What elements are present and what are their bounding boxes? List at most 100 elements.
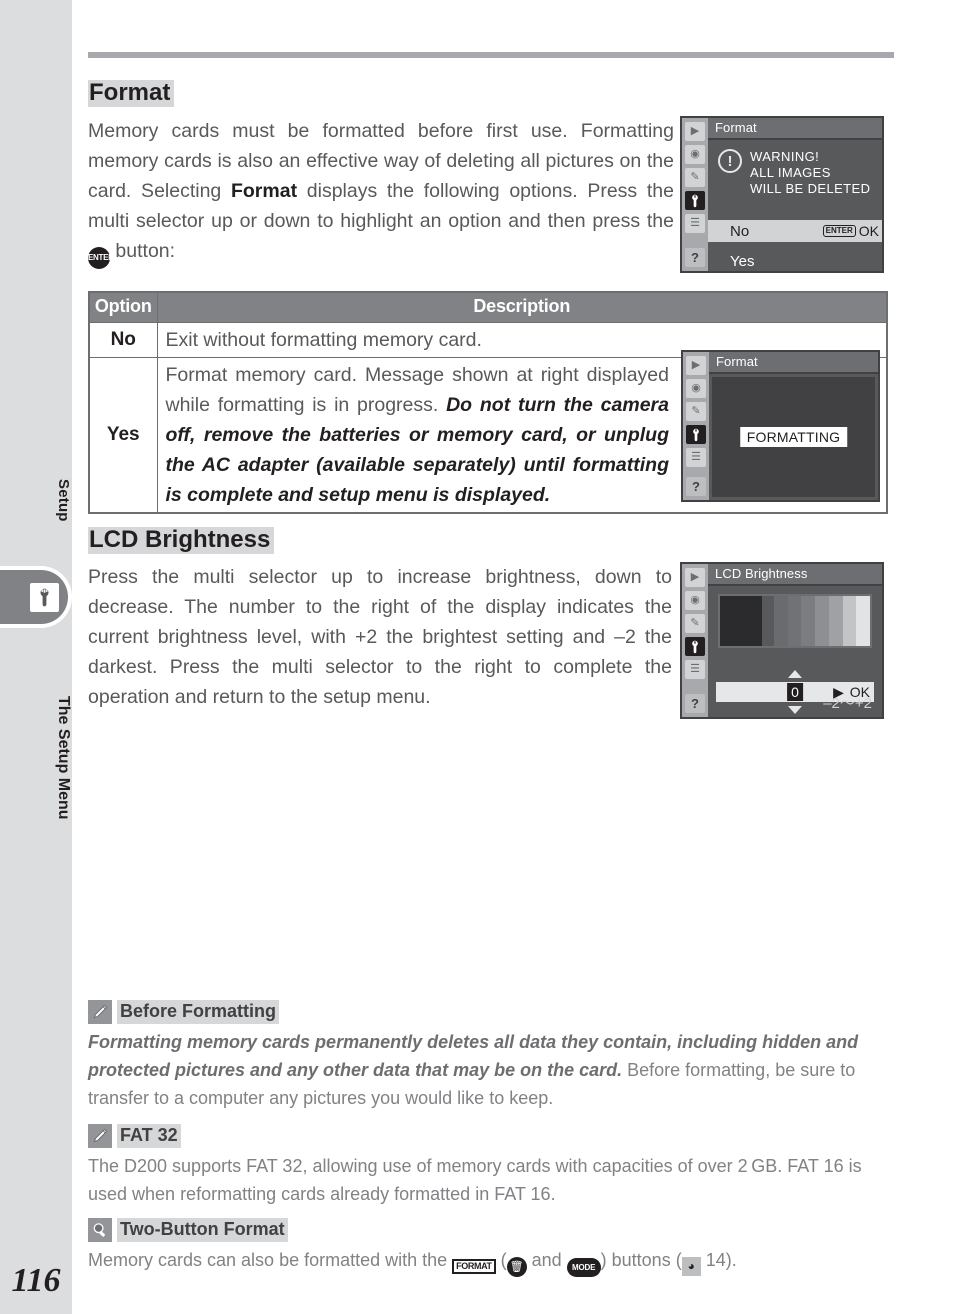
warning-line-3: WILL BE DELETED xyxy=(750,181,871,196)
page-number: 116 xyxy=(11,1262,61,1299)
option-cell-no: No xyxy=(88,322,158,358)
playback-icon: ▶ xyxy=(686,356,706,375)
camera-screen-body: Format FORMATTING xyxy=(709,352,878,500)
note-text-mid2: and xyxy=(526,1250,567,1270)
note-text-after: ). xyxy=(725,1250,737,1270)
help-icon: ? xyxy=(686,477,706,496)
column-header-option: Option xyxy=(88,291,158,323)
setup-menu-icon xyxy=(685,637,705,656)
camera-screen-body: LCD Brightness 0 ▶ OK –2～+2 xyxy=(708,564,882,717)
shooting-menu-icon: ◉ xyxy=(686,379,706,398)
gradient-steps xyxy=(774,596,871,646)
header-rule xyxy=(88,52,894,58)
recent-settings-icon: ☰ xyxy=(685,214,705,233)
page-reference-icon: ◕ xyxy=(681,1257,701,1276)
camera-screen-main: FORMATTING xyxy=(712,377,875,497)
camera-screen-main: 0 ▶ OK –2～+2 xyxy=(708,586,882,717)
warning-exclamation-icon: ! xyxy=(718,149,742,173)
pencil-icon xyxy=(88,1124,112,1148)
note-text-mid3: ) buttons ( xyxy=(600,1250,682,1270)
wrench-icon xyxy=(30,582,59,612)
gradient-step-4 xyxy=(815,596,829,646)
camera-screen-title: LCD Brightness xyxy=(708,564,882,586)
edge-label-the-setup-menu: The Setup Menu xyxy=(55,696,72,820)
note-fat-32: FAT 32 The D200 supports FAT 32, allowin… xyxy=(88,1124,894,1208)
shooting-menu-icon: ◉ xyxy=(685,145,705,164)
gradient-step-3 xyxy=(801,596,816,646)
warning-block: ! WARNING! ALL IMAGES WILL BE DELETED xyxy=(708,140,882,197)
enter-key-icon: ENTER xyxy=(822,225,856,237)
caret-up-icon xyxy=(788,670,802,678)
gradient-step-1 xyxy=(774,596,788,646)
camera-menu-rail: ▶ ◉ ✎ ☰ ? xyxy=(682,118,708,271)
gradient-step-6 xyxy=(842,596,857,646)
pencil-icon xyxy=(88,1000,112,1024)
lcd-brightness-body-text: Press the multi selector up to increase … xyxy=(88,566,672,708)
note-body: Formatting memory cards permanently dele… xyxy=(88,1028,894,1112)
camera-screen-lcd-brightness: ▶ ◉ ✎ ☰ ? LCD Brightness 0 ▶ OK –2～+2 xyxy=(680,562,884,719)
format-body-bold: Format xyxy=(230,180,298,202)
option-cell-yes: Yes xyxy=(88,357,158,514)
enter-ok-hint: ENTER OK xyxy=(822,223,879,239)
menu-option-yes[interactable]: Yes xyxy=(730,253,754,270)
edge-label-setup: Setup xyxy=(55,478,72,522)
delete-button-icon: 🗑 xyxy=(506,1257,527,1277)
enter-button-icon: ENTER xyxy=(88,247,114,269)
camera-menu-rail: ▶ ◉ ✎ ☰ ? xyxy=(683,352,709,500)
warning-line-2: ALL IMAGES xyxy=(750,165,831,180)
note-text-mid1: ( xyxy=(495,1250,507,1270)
brightness-range-label: –2～+2 xyxy=(823,695,872,712)
note-title: Before Formatting xyxy=(117,1000,280,1024)
magnifier-icon xyxy=(88,1218,112,1242)
recent-settings-icon: ☰ xyxy=(686,448,706,467)
gradient-step-7 xyxy=(856,596,871,646)
page-content: Format Memory cards must be formatted be… xyxy=(88,0,894,1314)
setup-menu-icon xyxy=(686,425,706,444)
menu-option-no-label: No xyxy=(730,222,750,240)
gradient-dark-block xyxy=(720,596,762,646)
gradient-gap xyxy=(762,596,774,646)
camera-menu-rail: ▶ ◉ ✎ ☰ ? xyxy=(682,564,708,717)
camera-screen-format-warning: ▶ ◉ ✎ ☰ ? Format ! WARNING! ALL IMAGES W… xyxy=(680,116,884,273)
menu-option-no[interactable]: No ENTER OK xyxy=(708,220,882,242)
custom-settings-icon: ✎ xyxy=(685,614,705,633)
column-header-description: Description xyxy=(156,291,888,323)
note-header: Two-Button Format xyxy=(88,1218,894,1242)
ok-label: OK xyxy=(858,223,879,239)
playback-icon: ▶ xyxy=(685,568,705,587)
format-body-part3: button: xyxy=(110,240,176,262)
custom-settings-icon: ✎ xyxy=(685,168,705,187)
custom-settings-icon: ✎ xyxy=(686,402,706,421)
camera-screen-title: Format xyxy=(709,352,878,374)
note-title: FAT 32 xyxy=(117,1124,181,1148)
camera-screen-formatting: ▶ ◉ ✎ ☰ ? Format FORMATTING xyxy=(681,350,880,502)
help-icon: ? xyxy=(685,248,705,267)
playback-icon: ▶ xyxy=(685,122,705,141)
caret-down-icon xyxy=(788,706,802,714)
format-button-icon: FORMAT xyxy=(452,1259,496,1274)
note-title: Two-Button Format xyxy=(117,1218,288,1242)
note-header: FAT 32 xyxy=(88,1124,894,1148)
note-body: Memory cards can also be formatted with … xyxy=(88,1246,894,1277)
table-header-row: Option Description xyxy=(88,291,888,323)
gradient-step-2 xyxy=(787,596,802,646)
gradient-step-5 xyxy=(828,596,843,646)
reference-page-number: 14 xyxy=(705,1250,726,1270)
sidebar-tab-setup-menu[interactable] xyxy=(0,566,72,628)
options-table-head: Option Description xyxy=(88,291,888,323)
camera-screen-title: Format xyxy=(708,118,882,140)
shooting-menu-icon: ◉ xyxy=(685,591,705,610)
section-heading-lcd-brightness: LCD Brightness xyxy=(88,526,275,555)
setup-menu-icon xyxy=(685,191,705,210)
note-before-formatting: Before Formatting Formatting memory card… xyxy=(88,1000,894,1112)
warning-text: WARNING! ALL IMAGES WILL BE DELETED xyxy=(750,149,870,197)
note-text-before: Memory cards can also be formatted with … xyxy=(88,1250,453,1270)
brightness-gradient-chart xyxy=(718,594,872,648)
camera-screen-body: Format ! WARNING! ALL IMAGES WILL BE DEL… xyxy=(708,118,882,271)
brightness-value: 0 xyxy=(787,683,803,701)
warning-line-1: WARNING! xyxy=(750,149,820,164)
note-body: The D200 supports FAT 32, allowing use o… xyxy=(88,1156,862,1204)
camera-screen-main: ! WARNING! ALL IMAGES WILL BE DELETED No… xyxy=(708,140,882,271)
formatting-message: FORMATTING xyxy=(739,427,848,447)
description-text-yes: Format memory card. Message shown at rig… xyxy=(166,360,670,510)
